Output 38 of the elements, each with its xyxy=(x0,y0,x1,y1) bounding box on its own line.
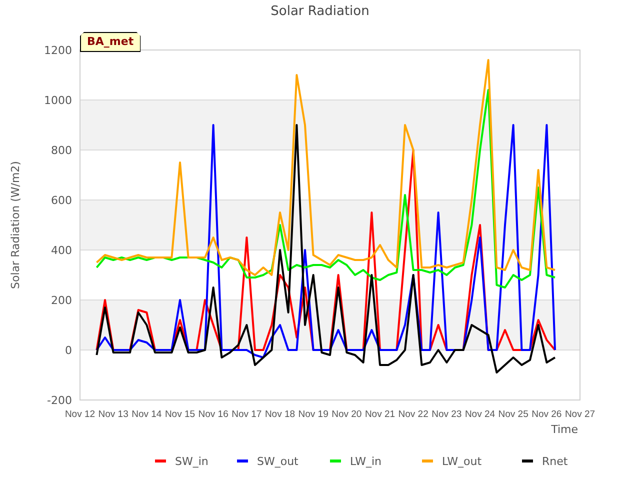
x-tick-label: Nov 19 xyxy=(298,409,328,420)
y-tick-label: 400 xyxy=(51,244,72,257)
x-tick-label: Nov 24 xyxy=(464,409,496,420)
y-tick-label: 1000 xyxy=(44,94,72,107)
legend-label: LW_out xyxy=(442,455,482,468)
y-tick-label: 600 xyxy=(51,194,72,207)
legend-swatch-icon xyxy=(522,460,533,462)
x-tick-label: Nov 22 xyxy=(398,409,428,420)
legend-swatch-icon xyxy=(237,460,248,462)
y-tick-label: 1200 xyxy=(44,44,72,57)
y-tick-label: 800 xyxy=(51,144,72,157)
y-tick-label: -200 xyxy=(47,394,72,407)
x-tick-label: Nov 26 xyxy=(532,409,562,420)
y-tick-label: 0 xyxy=(65,344,72,357)
legend-swatch-icon xyxy=(155,460,166,462)
x-tick-label: Nov 12 xyxy=(64,409,96,420)
chart-title: Solar Radiation xyxy=(270,4,370,19)
x-tick-label: Nov 20 xyxy=(332,409,362,420)
x-tick-label: Nov 14 xyxy=(132,409,162,420)
x-tick-label: Nov 18 xyxy=(264,409,296,420)
legend-label: LW_in xyxy=(350,455,382,468)
legend-swatch-icon xyxy=(330,460,341,462)
legend-label: SW_in xyxy=(175,455,208,468)
x-tick-label: Nov 25 xyxy=(498,409,528,420)
site-tag: BA_met xyxy=(80,32,141,52)
y-axis-label: Solar Radiation (W/m2) xyxy=(9,161,22,289)
x-tick-label: Nov 16 xyxy=(198,409,228,420)
legend-label: Rnet xyxy=(542,455,568,468)
x-tick-label: Nov 15 xyxy=(164,409,196,420)
legend-swatch-icon xyxy=(422,460,433,462)
x-axis-label: Time xyxy=(551,423,578,436)
y-tick-label: 200 xyxy=(51,294,72,307)
x-tick-label: Nov 27 xyxy=(564,409,596,420)
x-tick-label: Nov 23 xyxy=(432,409,462,420)
x-tick-label: Nov 17 xyxy=(232,409,262,420)
legend-label: SW_out xyxy=(257,455,298,468)
x-tick-label: Nov 13 xyxy=(98,409,128,420)
x-tick-label: Nov 21 xyxy=(364,409,396,420)
